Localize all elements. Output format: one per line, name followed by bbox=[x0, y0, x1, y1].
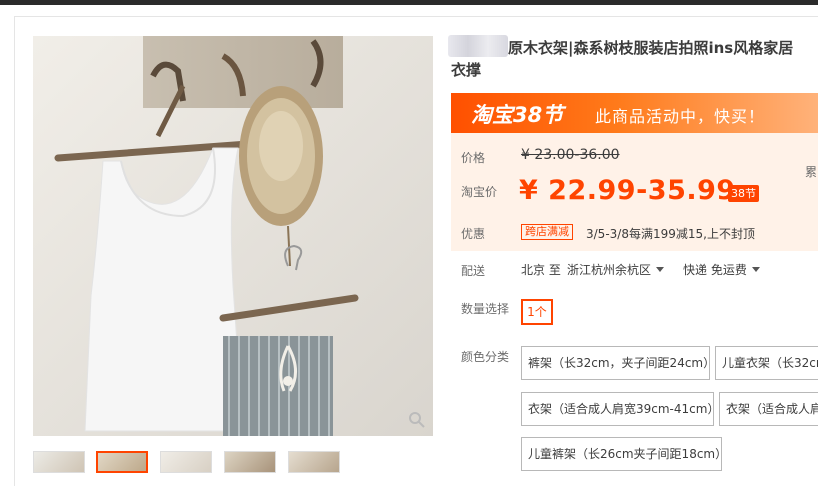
color-label: 颜色分类 bbox=[461, 350, 510, 364]
sku-option-4[interactable]: 衣架（适合成人肩 bbox=[719, 392, 818, 426]
quantity-option[interactable]: 1个 bbox=[521, 299, 553, 325]
main-product-image[interactable] bbox=[33, 36, 433, 436]
sku-option-3[interactable]: 衣架（适合成人肩宽39cm-41cm） bbox=[521, 392, 714, 426]
discount-tag[interactable]: 跨店满减 bbox=[521, 224, 573, 240]
badge-38: 38节 bbox=[728, 185, 759, 202]
product-photo-illustration bbox=[33, 36, 433, 436]
thumbnail-1[interactable] bbox=[33, 451, 85, 473]
promo-banner[interactable]: 淘宝38节 此商品活动中，快买！ bbox=[451, 93, 818, 133]
thumbnail-3[interactable] bbox=[160, 451, 212, 473]
caret-down-icon bbox=[751, 267, 760, 272]
discount-label: 优惠 bbox=[461, 227, 486, 241]
thumbnail-2[interactable] bbox=[96, 451, 148, 473]
shipping-from: 北京 至 bbox=[521, 263, 561, 277]
sku-option-1[interactable]: 裤架（长32cm，夹子间距24cm） bbox=[521, 346, 710, 380]
discount-row: 优惠 跨店满减 3/5-3/8每满199减15,上不封顶 bbox=[451, 215, 818, 251]
sku-option-5[interactable]: 儿童裤架（长26cm夹子间距18cm） bbox=[521, 437, 722, 471]
shop-name-blurred bbox=[448, 35, 508, 57]
original-price: ¥ 23.00-36.00 bbox=[521, 147, 620, 163]
sales-count-label: 累 bbox=[805, 165, 818, 179]
discount-text: 3/5-3/8每满199减15,上不封顶 bbox=[586, 227, 755, 241]
sale-price: ¥ 22.99-35.99 bbox=[519, 175, 736, 206]
top-bar bbox=[0, 0, 818, 5]
caret-down-icon bbox=[656, 267, 665, 272]
price-area: 价格 ¥ 23.00-36.00 淘宝价 ¥ 22.99-35.99 38节 累 bbox=[451, 133, 818, 215]
quantity-label: 数量选择 bbox=[461, 302, 510, 316]
price-label: 价格 bbox=[461, 151, 486, 165]
zoom-icon[interactable] bbox=[408, 411, 426, 429]
shipping-destination-text: 浙江杭州余杭区 bbox=[567, 263, 652, 277]
product-title-line2: 衣撑 bbox=[451, 61, 482, 79]
shipping-method-text: 快递 免运费 bbox=[683, 263, 747, 277]
sku-option-2[interactable]: 儿童衣架（长32cm bbox=[715, 346, 818, 380]
thumbnail-4[interactable] bbox=[224, 451, 276, 473]
promo-logo: 淘宝38节 bbox=[471, 103, 564, 127]
promo-text: 此商品活动中，快买！ bbox=[595, 107, 766, 126]
shipping-label: 配送 bbox=[461, 264, 486, 278]
shipping-destination[interactable]: 浙江杭州余杭区 bbox=[567, 261, 665, 278]
thumbnail-5[interactable] bbox=[288, 451, 340, 473]
shipping-method[interactable]: 快递 免运费 bbox=[683, 261, 760, 278]
sale-price-label: 淘宝价 bbox=[461, 185, 498, 199]
